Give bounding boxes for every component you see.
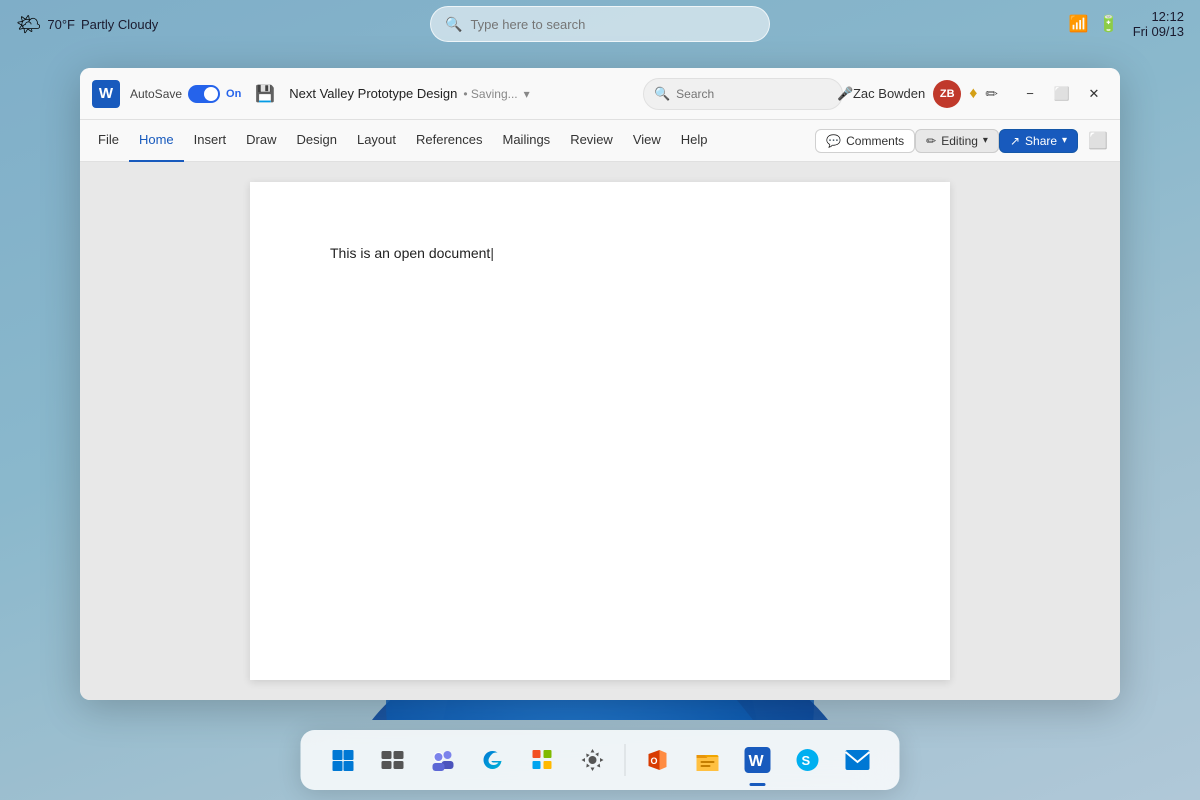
settings-icon bbox=[580, 747, 606, 773]
clock: 12:12 Fri 09/13 bbox=[1133, 9, 1184, 39]
quick-access-icon[interactable]: 💾 bbox=[251, 82, 279, 106]
tab-help[interactable]: Help bbox=[671, 120, 718, 162]
doc-page: This is an open document bbox=[250, 182, 950, 680]
autosave-on-label: On bbox=[226, 88, 241, 100]
tab-references[interactable]: References bbox=[406, 120, 492, 162]
system-icons: 📶 🔋 bbox=[1069, 14, 1119, 34]
title-bar: W AutoSave On 💾 Next Valley Prototype De… bbox=[80, 68, 1120, 120]
office-icon: O bbox=[645, 747, 671, 773]
tab-draw[interactable]: Draw bbox=[236, 120, 286, 162]
autosave-label: AutoSave bbox=[130, 87, 182, 101]
taskbar-store-button[interactable] bbox=[521, 738, 565, 782]
battery-icon: 🔋 bbox=[1099, 14, 1119, 34]
comments-button[interactable]: 💬 Comments bbox=[815, 129, 915, 153]
taskbar-search-container: 🔍 bbox=[430, 6, 770, 42]
wifi-icon: 📶 bbox=[1069, 14, 1089, 34]
svg-text:O: O bbox=[651, 756, 658, 766]
taskbar-search-input[interactable] bbox=[470, 17, 755, 32]
taskbar-explorer-button[interactable] bbox=[686, 738, 730, 782]
editing-icon: ✏ bbox=[926, 134, 936, 148]
title-bar-search-container[interactable]: 🔍 🎤 bbox=[643, 78, 843, 110]
edge-icon bbox=[480, 747, 506, 773]
editing-label: Editing bbox=[941, 134, 978, 148]
teams-icon bbox=[430, 747, 456, 773]
taskbar-taskview-button[interactable] bbox=[371, 738, 415, 782]
clock-time: 12:12 bbox=[1133, 9, 1184, 24]
taskbar-search-icon: 🔍 bbox=[445, 16, 462, 33]
window-controls: − ⬜ ✕ bbox=[1016, 80, 1108, 108]
doc-title: Next Valley Prototype Design bbox=[289, 86, 457, 101]
taskbar-mail-button[interactable] bbox=[836, 738, 880, 782]
svg-text:S: S bbox=[802, 753, 811, 768]
file-explorer-icon bbox=[695, 747, 721, 773]
share-icon: ↗ bbox=[1010, 134, 1020, 148]
taskview-icon bbox=[381, 750, 405, 770]
pen-icon[interactable]: ✏ bbox=[985, 85, 998, 103]
taskbar-edge-button[interactable] bbox=[471, 738, 515, 782]
user-avatar[interactable]: ZB bbox=[933, 80, 961, 108]
taskbar-separator bbox=[625, 744, 626, 776]
tab-review[interactable]: Review bbox=[560, 120, 623, 162]
taskbar-word-button[interactable]: W bbox=[736, 738, 780, 782]
svg-text:W: W bbox=[749, 753, 765, 770]
autosave-area: AutoSave On bbox=[130, 85, 241, 103]
ribbon-tabs: File Home Insert Draw Design Layout Refe… bbox=[80, 120, 1120, 162]
doc-text: This is an open document bbox=[330, 245, 490, 261]
desktop: 🌤 70°F Partly Cloudy 🔍 📶 🔋 12:12 Fri 09/… bbox=[0, 0, 1200, 800]
system-tray: 📶 🔋 12:12 Fri 09/13 bbox=[1069, 9, 1184, 39]
tab-home[interactable]: Home bbox=[129, 120, 184, 162]
taskbar-start-button[interactable] bbox=[321, 738, 365, 782]
word-logo-icon: W bbox=[92, 80, 120, 108]
autosave-toggle[interactable] bbox=[188, 85, 220, 103]
tab-view[interactable]: View bbox=[623, 120, 671, 162]
taskbar-teams-button[interactable] bbox=[421, 738, 465, 782]
taskbar-office-button[interactable]: O bbox=[636, 738, 680, 782]
word-app-icon: W bbox=[745, 747, 771, 773]
voice-search-icon[interactable]: 🎤 bbox=[837, 86, 853, 102]
user-area: Zac Bowden ZB ♦ ✏ bbox=[853, 80, 998, 108]
tab-mailings[interactable]: Mailings bbox=[493, 120, 561, 162]
weather-temp: 70°F bbox=[47, 17, 75, 32]
text-cursor bbox=[490, 245, 494, 261]
title-dropdown-icon[interactable]: ▾ bbox=[524, 87, 530, 101]
store-icon bbox=[530, 747, 556, 773]
tab-insert[interactable]: Insert bbox=[184, 120, 237, 162]
close-button[interactable]: ✕ bbox=[1080, 80, 1108, 108]
share-label: Share bbox=[1025, 134, 1057, 148]
editing-dropdown-icon: ▾ bbox=[983, 135, 988, 146]
skype-icon: S bbox=[795, 747, 821, 773]
doc-area[interactable]: This is an open document bbox=[80, 162, 1120, 700]
share-button[interactable]: ↗ Share ▾ bbox=[999, 129, 1078, 153]
saving-status: • Saving... bbox=[463, 87, 517, 101]
windows-logo-icon bbox=[331, 748, 355, 772]
doc-content[interactable]: This is an open document bbox=[330, 242, 870, 264]
share-dropdown-icon: ▾ bbox=[1062, 135, 1067, 146]
taskbar-settings-button[interactable] bbox=[571, 738, 615, 782]
weather-icon: 🌤 bbox=[16, 12, 41, 37]
top-bar: 🌤 70°F Partly Cloudy 🔍 📶 🔋 12:12 Fri 09/… bbox=[0, 0, 1200, 48]
word-window: W AutoSave On 💾 Next Valley Prototype De… bbox=[80, 68, 1120, 700]
present-icon[interactable]: ⬜ bbox=[1084, 131, 1112, 151]
minimize-button[interactable]: − bbox=[1016, 80, 1044, 108]
comments-icon: 💬 bbox=[826, 134, 841, 148]
editing-button[interactable]: ✏ Editing ▾ bbox=[915, 129, 999, 153]
tab-design[interactable]: Design bbox=[287, 120, 347, 162]
taskbar-skype-button[interactable]: S bbox=[786, 738, 830, 782]
tab-layout[interactable]: Layout bbox=[347, 120, 406, 162]
mail-icon bbox=[845, 748, 871, 772]
word-active-indicator bbox=[750, 783, 766, 786]
taskbar-bottom: O W S bbox=[301, 730, 900, 790]
title-search-icon: 🔍 bbox=[654, 86, 670, 102]
weather-condition: Partly Cloudy bbox=[81, 17, 158, 32]
doc-title-area: Next Valley Prototype Design • Saving...… bbox=[289, 86, 633, 101]
user-name: Zac Bowden bbox=[853, 86, 925, 101]
comments-label: Comments bbox=[846, 134, 904, 148]
weather-widget: 🌤 70°F Partly Cloudy bbox=[16, 12, 158, 37]
premium-icon: ♦ bbox=[969, 85, 977, 103]
maximize-button[interactable]: ⬜ bbox=[1048, 80, 1076, 108]
tab-file[interactable]: File bbox=[88, 120, 129, 162]
clock-date: Fri 09/13 bbox=[1133, 24, 1184, 39]
title-search-input[interactable] bbox=[676, 87, 831, 101]
taskbar-search-bar[interactable]: 🔍 bbox=[430, 6, 770, 42]
